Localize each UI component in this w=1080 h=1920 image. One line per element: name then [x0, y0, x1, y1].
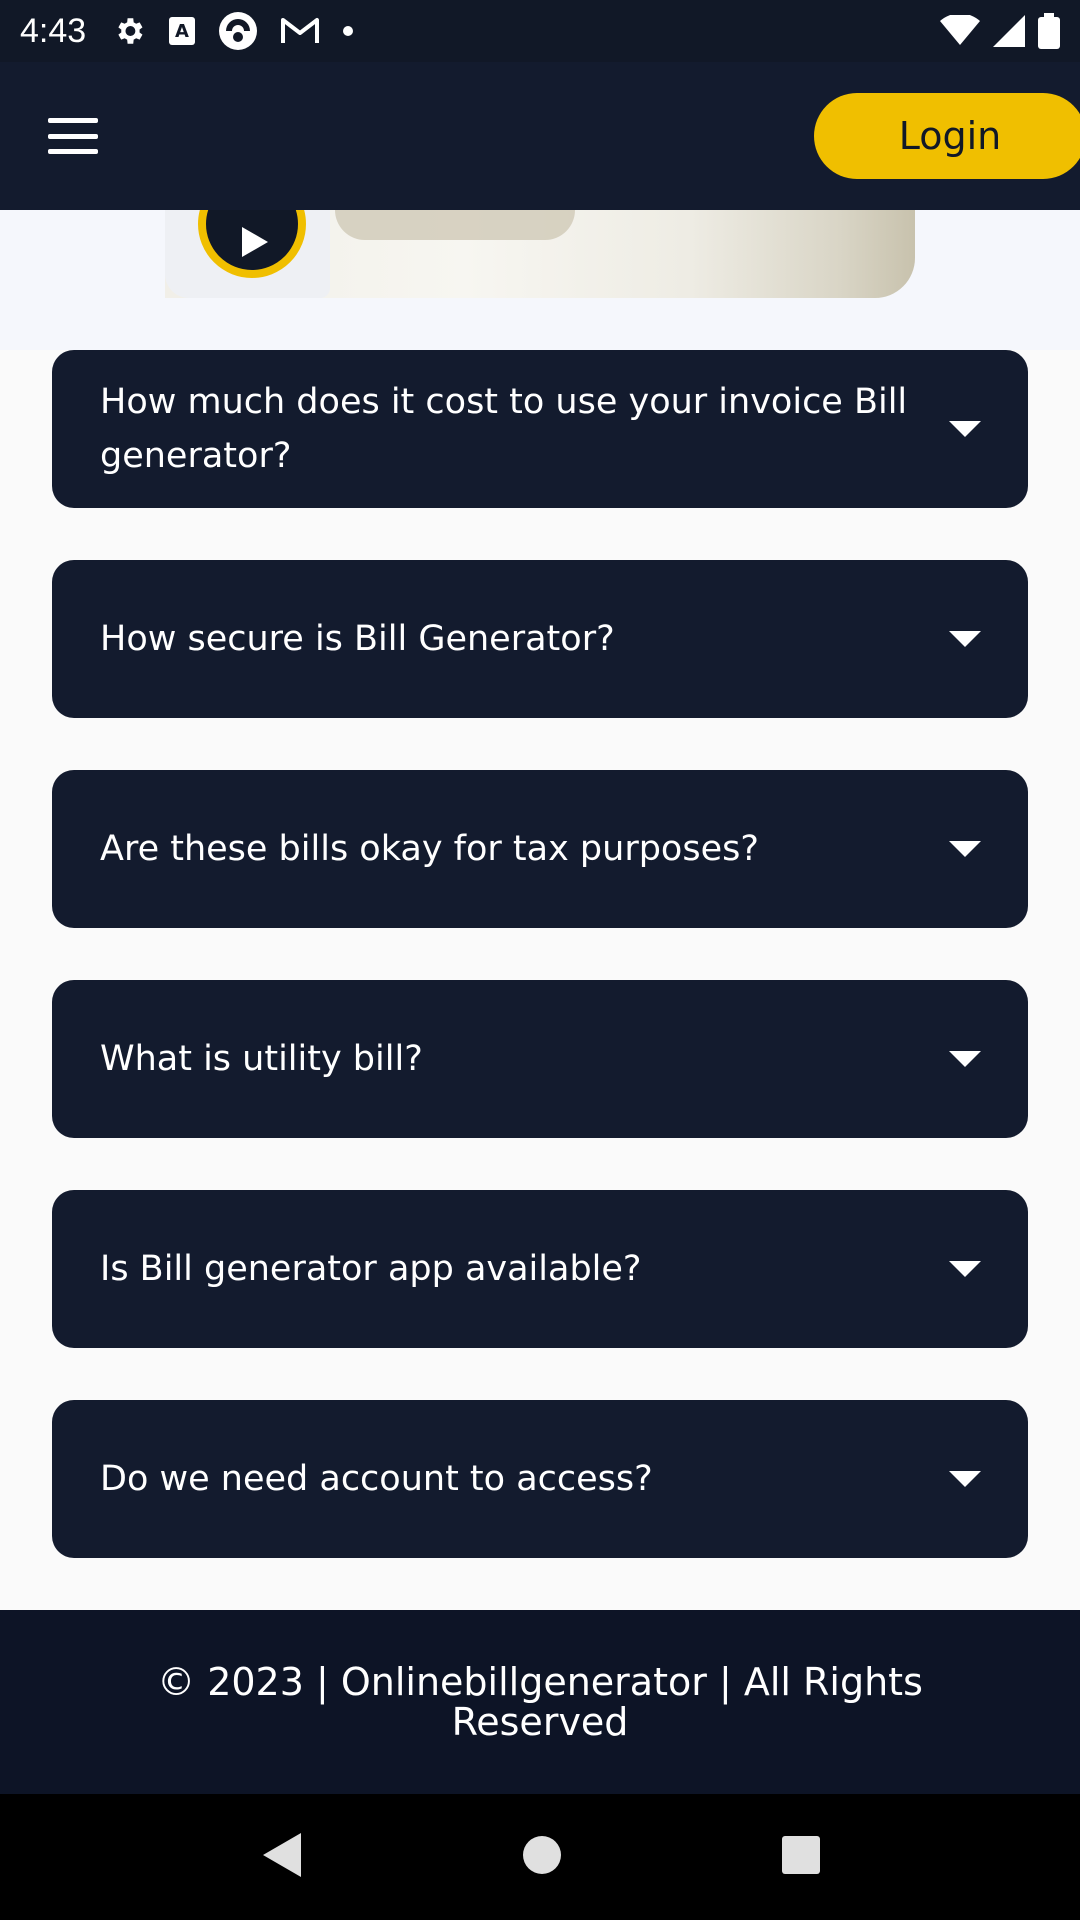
- hero-image-detail: [335, 210, 575, 240]
- faq-question: Do we need account to access?: [100, 1459, 653, 1499]
- app-circle-icon: [218, 11, 258, 51]
- faq-item[interactable]: Is Bill generator app available?: [52, 1190, 1028, 1348]
- chevron-down-icon: [949, 841, 981, 857]
- faq-item[interactable]: How much does it cost to use your invoic…: [52, 350, 1028, 508]
- faq-item[interactable]: What is utility bill?: [52, 980, 1028, 1138]
- status-bar: 4:43 A: [0, 0, 1080, 62]
- copyright-text: © 2023 | Onlinebillgenerator | All Right…: [157, 1660, 923, 1744]
- chevron-down-icon: [949, 421, 981, 437]
- recents-icon[interactable]: [781, 1835, 821, 1879]
- chevron-down-icon: [949, 1051, 981, 1067]
- faq-question: What is utility bill?: [100, 1039, 423, 1079]
- battery-icon: [1038, 13, 1060, 49]
- login-button[interactable]: Login: [814, 93, 1080, 179]
- faq-item[interactable]: Are these bills okay for tax purposes?: [52, 770, 1028, 928]
- dot-icon: [342, 25, 354, 37]
- chevron-down-icon: [949, 631, 981, 647]
- faq-question: Is Bill generator app available?: [100, 1249, 642, 1289]
- home-icon[interactable]: [522, 1835, 562, 1879]
- status-time: 4:43: [20, 11, 87, 50]
- svg-text:A: A: [175, 21, 189, 42]
- faq-item[interactable]: Do we need account to access?: [52, 1400, 1028, 1558]
- wifi-icon: [940, 15, 980, 47]
- hero-section: [0, 210, 1080, 350]
- text-a-icon: A: [168, 16, 196, 46]
- back-icon[interactable]: [259, 1831, 303, 1883]
- gmail-icon: [280, 16, 320, 46]
- footer: © 2023 | Onlinebillgenerator | All Right…: [0, 1610, 1080, 1794]
- hamburger-menu-icon[interactable]: [48, 118, 98, 154]
- faq-question: How secure is Bill Generator?: [100, 619, 615, 659]
- status-icons-right: [940, 13, 1060, 49]
- faq-list: How much does it cost to use your invoic…: [52, 350, 1028, 1610]
- signal-icon: [992, 14, 1026, 48]
- faq-item[interactable]: How secure is Bill Generator?: [52, 560, 1028, 718]
- chevron-down-icon: [949, 1261, 981, 1277]
- system-nav-bar: [0, 1794, 1080, 1920]
- faq-question: Are these bills okay for tax purposes?: [100, 829, 759, 869]
- app-header: Login: [0, 62, 1080, 210]
- chevron-down-icon: [949, 1471, 981, 1487]
- status-icons-left: A: [112, 11, 354, 51]
- gear-icon: [112, 14, 146, 48]
- faq-question: How much does it cost to use your invoic…: [100, 382, 908, 476]
